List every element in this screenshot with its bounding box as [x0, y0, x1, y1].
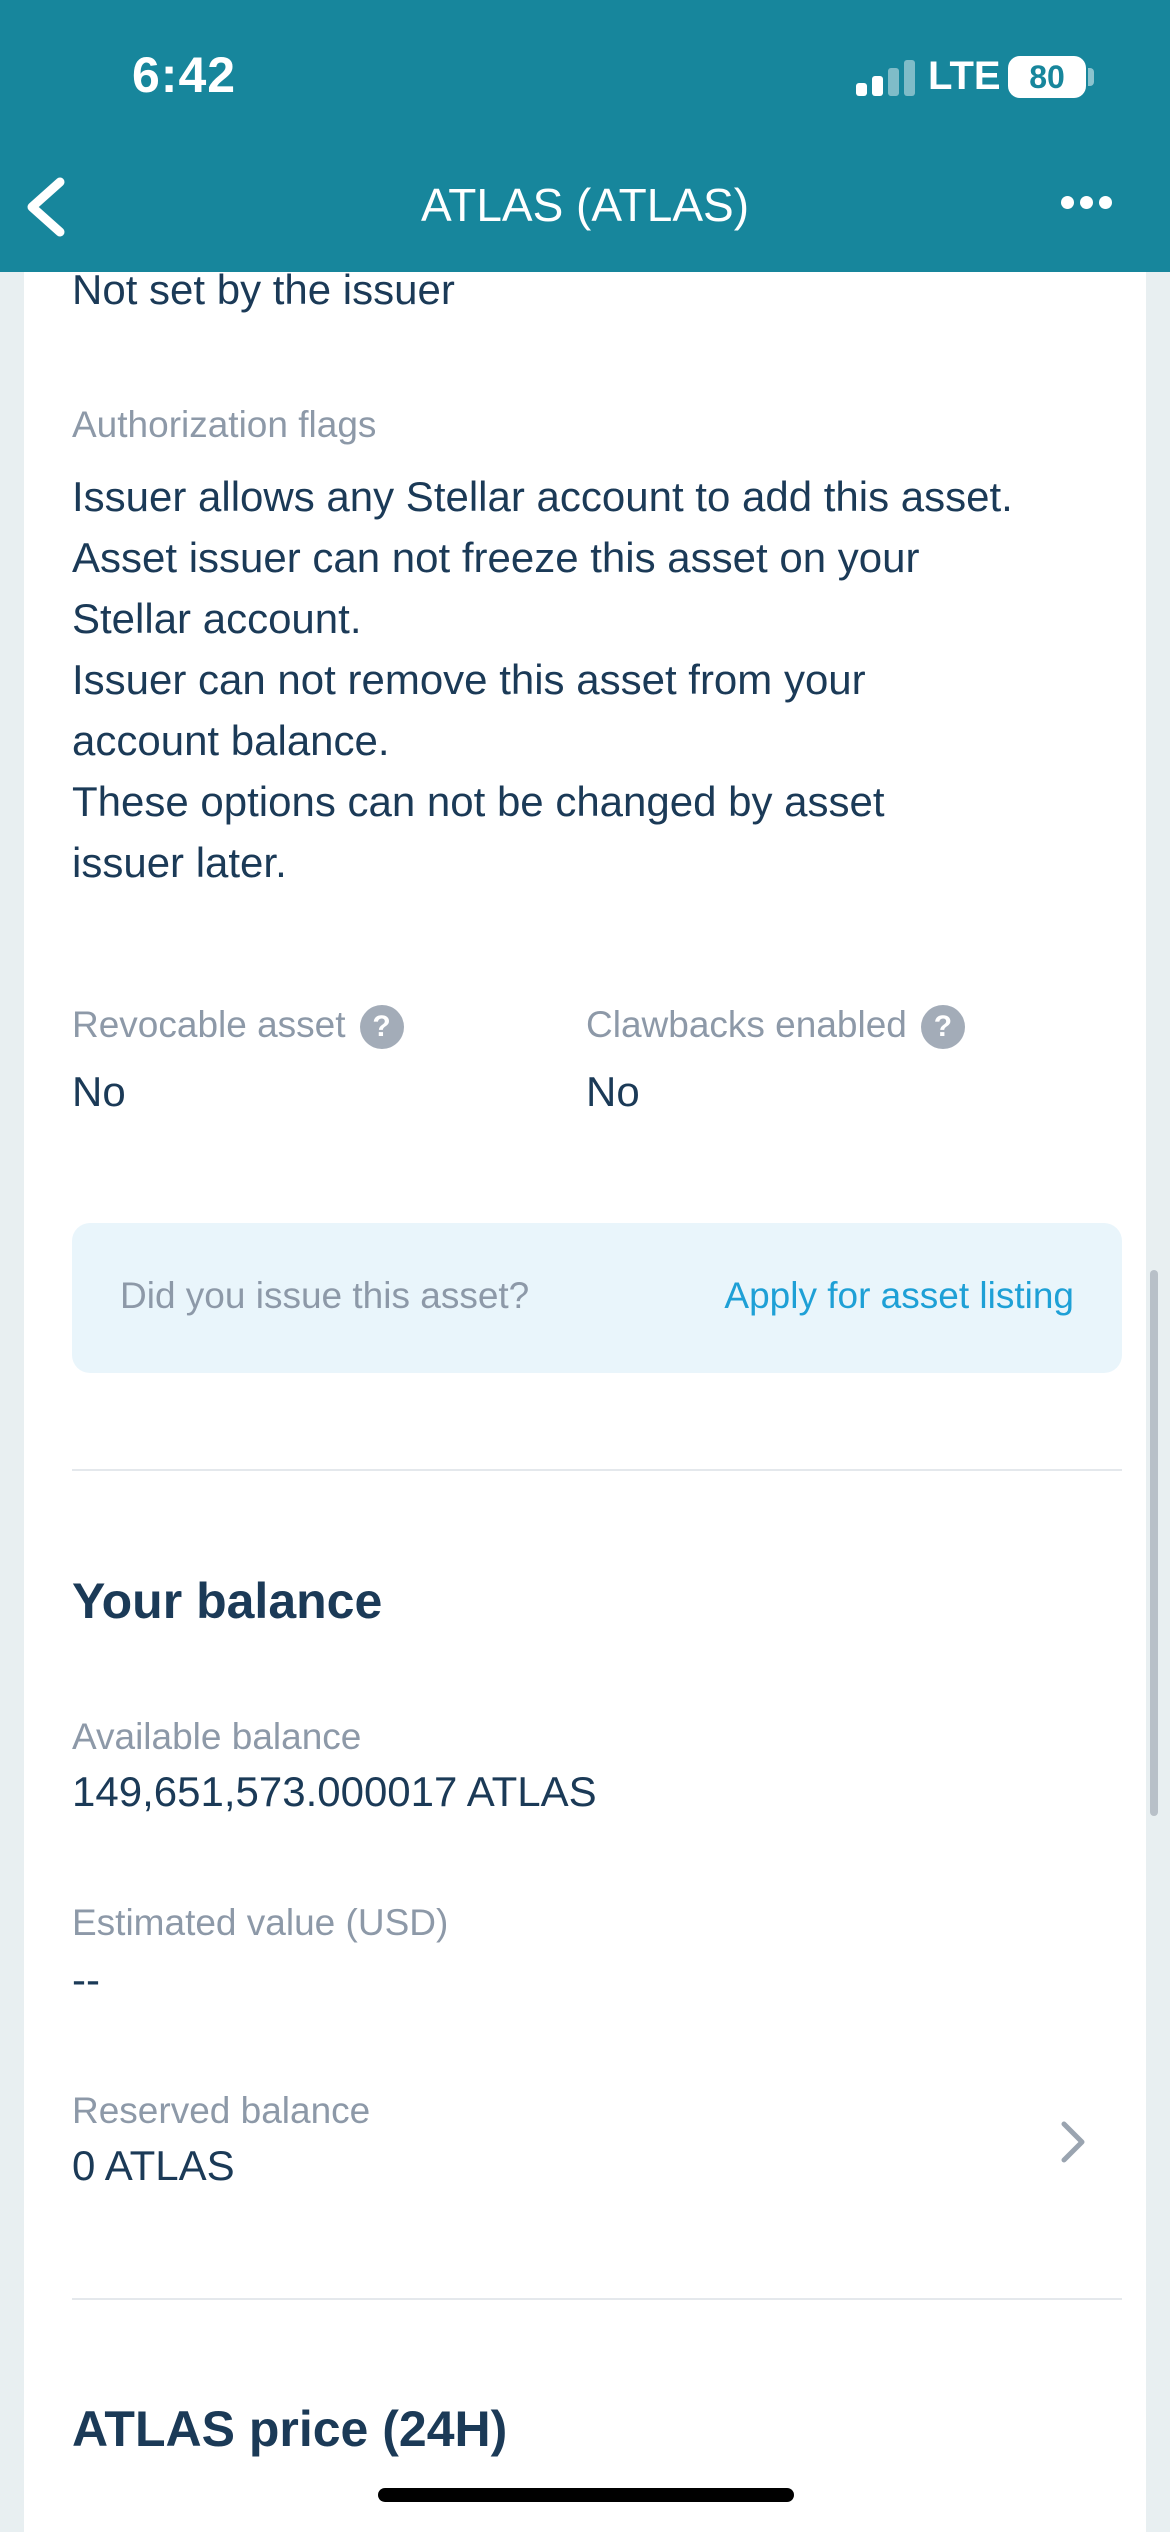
- app-header: 6:42 LTE 80 ATLAS (ATLAS): [0, 0, 1170, 272]
- apply-listing-link[interactable]: Apply for asset listing: [724, 1275, 1074, 1317]
- asset-details-card: Not set by the issuer Authorization flag…: [24, 266, 1146, 2532]
- your-balance-heading: Your balance: [72, 1573, 383, 1629]
- clawbacks-enabled-label: Clawbacks enabled?: [586, 1004, 965, 1050]
- cellular-signal-icon: [856, 60, 916, 96]
- available-balance-label: Available balance: [72, 1716, 362, 1757]
- more-options-button[interactable]: [1058, 190, 1114, 216]
- revocable-asset-value: No: [72, 1068, 126, 1115]
- network-type: LTE: [928, 54, 1001, 98]
- reserved-balance-chevron[interactable]: [1054, 2112, 1094, 2172]
- revocable-asset-label: Revocable asset?: [72, 1004, 404, 1050]
- reserved-balance-label[interactable]: Reserved balance: [72, 2090, 370, 2132]
- help-icon[interactable]: ?: [359, 1005, 404, 1050]
- page-title: ATLAS (ATLAS): [420, 179, 750, 231]
- authorization-flags-text: Issuer allows any Stellar account to add…: [72, 473, 1013, 886]
- battery-tip: [1088, 68, 1094, 86]
- more-horizontal-icon: [1061, 196, 1074, 209]
- help-icon[interactable]: ?: [920, 1005, 965, 1050]
- status-time: 6:42: [132, 47, 237, 103]
- authorization-flags-label: Authorization flags: [72, 404, 377, 445]
- issue-question: Did you issue this asset?: [120, 1275, 530, 1316]
- scrollbar[interactable]: [1150, 1270, 1158, 1816]
- divider: [72, 2298, 1122, 2300]
- price-chart-heading: ATLAS price (24H): [72, 2401, 508, 2457]
- battery-icon: 80: [1008, 56, 1086, 98]
- estimated-value-value: --: [72, 1956, 100, 2003]
- clawbacks-enabled-value: No: [586, 1068, 640, 1115]
- asset-listing-banner: Did you issue this asset? Apply for asse…: [72, 1223, 1122, 1373]
- estimated-value-label: Estimated value (USD): [72, 1902, 449, 1943]
- home-indicator[interactable]: [378, 2488, 794, 2502]
- chevron-right-icon: [1061, 2121, 1085, 2163]
- top-value: Not set by the issuer: [72, 266, 455, 313]
- reserved-balance-value[interactable]: 0 ATLAS: [72, 2142, 235, 2190]
- available-balance-value: 149,651,573.000017 ATLAS: [72, 1768, 597, 1815]
- divider: [72, 1469, 1122, 1471]
